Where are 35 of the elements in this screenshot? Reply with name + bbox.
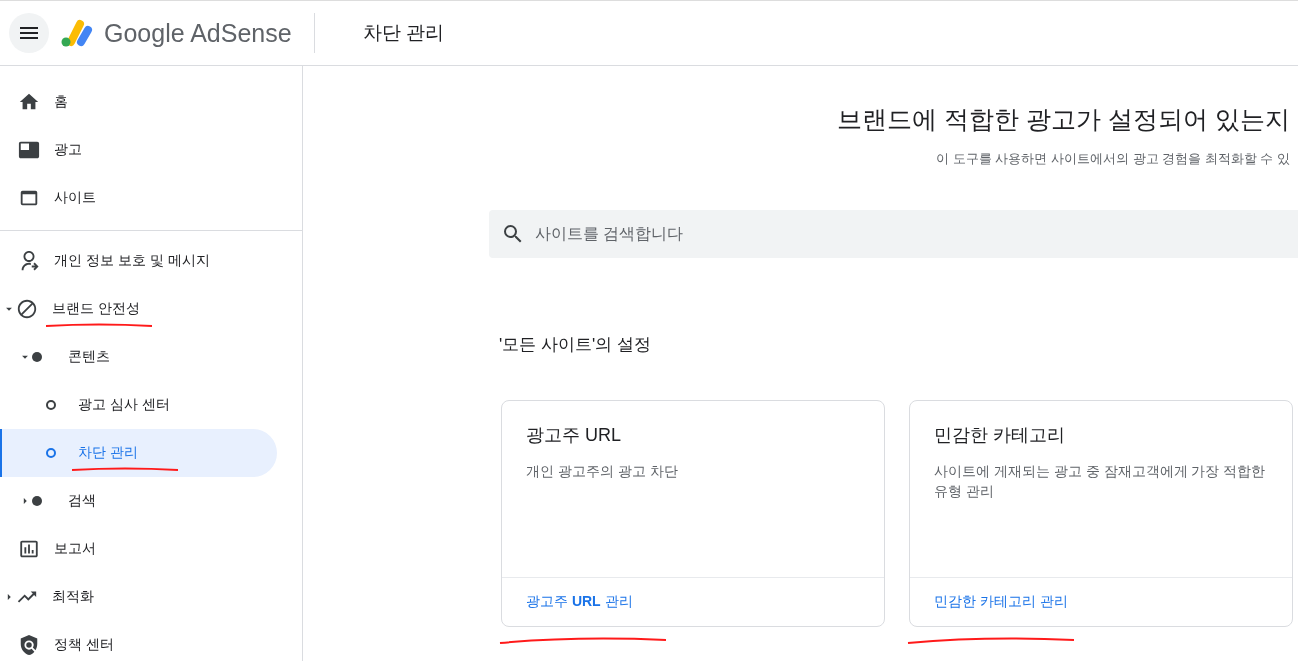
card-title: 민감한 카테고리 — [934, 424, 1066, 447]
ad-frame-icon — [18, 139, 40, 161]
nav-item[interactable]: 개인 정보 보호 및 메시지 — [0, 237, 277, 285]
nav-item[interactable]: 브랜드 안전성 — [0, 285, 277, 333]
page-title: 차단 관리 — [362, 21, 444, 45]
nav-item[interactable]: 정책 센터 — [0, 621, 277, 661]
dot-icon — [32, 496, 42, 506]
dot-icon — [32, 352, 42, 362]
nav-item[interactable]: 사이트 — [0, 174, 277, 222]
adsense-logo-icon — [60, 18, 94, 48]
nav-item[interactable]: 홈 — [0, 78, 277, 126]
nav-item[interactable]: 차단 관리 — [0, 429, 277, 477]
nav-item[interactable]: 콘텐츠 — [0, 333, 277, 381]
circle-icon — [46, 400, 56, 410]
nav-item[interactable]: 광고 심사 센터 — [0, 381, 277, 429]
block-icon — [16, 298, 38, 320]
nav-item[interactable]: 검색 — [0, 477, 277, 525]
menu-button[interactable] — [9, 13, 49, 53]
nav-item[interactable]: 광고 — [0, 126, 277, 174]
card-description: 개인 광고주의 광고 차단 — [526, 462, 679, 481]
card-link[interactable]: 광고주 URL 관리 — [526, 593, 633, 611]
shield-search-icon — [18, 634, 40, 656]
search-field[interactable]: 사이트를 검색합니다 — [489, 210, 1298, 258]
page-heading: 브랜드에 적합한 광고가 설정되어 있는지 — [837, 104, 1290, 135]
settings-title: '모든 사이트'의 설정 — [499, 334, 652, 356]
card-title: 광고주 URL — [526, 424, 622, 447]
nav-item[interactable]: 보고서 — [0, 525, 277, 573]
search-input[interactable]: 사이트를 검색합니다 — [533, 224, 1298, 244]
product-name: Google AdSense — [104, 18, 292, 48]
circle-icon — [46, 448, 56, 458]
nav-item[interactable]: 최적화 — [0, 573, 277, 621]
card-link[interactable]: 민감한 카테고리 관리 — [934, 593, 1068, 611]
bar-chart-icon — [18, 538, 40, 560]
card-description: 사이트에 게재되는 광고 중 잠재고객에게 가장 적합한 유형 관리 — [934, 462, 1267, 501]
page-subheading: 이 도구를 사용하면 사이트에서의 광고 경험을 최적화할 수 있 — [936, 150, 1290, 168]
